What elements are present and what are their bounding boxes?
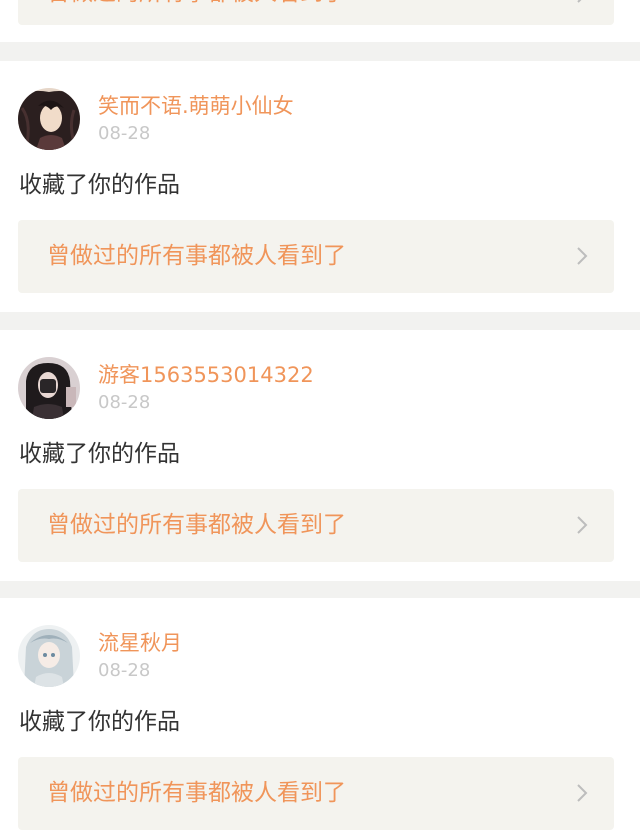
user-avatar[interactable]: [18, 625, 80, 687]
work-link[interactable]: 曾做过的所有事都被人看到了: [18, 757, 614, 830]
notification-card: 曾做过的所有事都被人看到了: [0, 0, 640, 42]
username[interactable]: 游客1563553014322: [98, 362, 314, 388]
chevron-right-icon: [577, 0, 582, 3]
notification-card: 笑而不语.萌萌小仙女 08-28 收藏了你的作品 曾做过的所有事都被人看到了: [0, 61, 640, 312]
timestamp: 08-28: [98, 392, 151, 413]
work-link[interactable]: 曾做过的所有事都被人看到了: [18, 220, 614, 293]
user-avatar[interactable]: [18, 357, 80, 419]
work-link[interactable]: 曾做过的所有事都被人看到了: [18, 489, 614, 562]
action-text: 收藏了你的作品: [19, 709, 180, 735]
work-title: 曾做过的所有事都被人看到了: [47, 243, 346, 269]
user-avatar[interactable]: [18, 88, 80, 150]
notification-feed: 曾做过的所有事都被人看到了 笑而不语.萌萌小仙女 08-28 收藏了你的作品 曾…: [0, 0, 640, 836]
work-title: 曾做过的所有事都被人看到了: [47, 780, 346, 806]
notification-card: 游客1563553014322 08-28 收藏了你的作品 曾做过的所有事都被人…: [0, 330, 640, 581]
chevron-right-icon: [577, 784, 588, 802]
timestamp: 08-28: [98, 123, 151, 144]
chevron-right-icon: [577, 247, 588, 265]
username[interactable]: 笑而不语.萌萌小仙女: [98, 93, 294, 119]
notification-card: 流星秋月 08-28 收藏了你的作品 曾做过的所有事都被人看到了: [0, 598, 640, 836]
username[interactable]: 流星秋月: [98, 630, 182, 656]
action-text: 收藏了你的作品: [19, 172, 180, 198]
work-title: 曾做过的所有事都被人看到了: [47, 0, 346, 8]
work-title: 曾做过的所有事都被人看到了: [47, 512, 346, 538]
action-text: 收藏了你的作品: [19, 441, 180, 467]
timestamp: 08-28: [98, 660, 151, 681]
chevron-right-icon: [577, 516, 588, 534]
work-link[interactable]: 曾做过的所有事都被人看到了: [18, 0, 614, 25]
